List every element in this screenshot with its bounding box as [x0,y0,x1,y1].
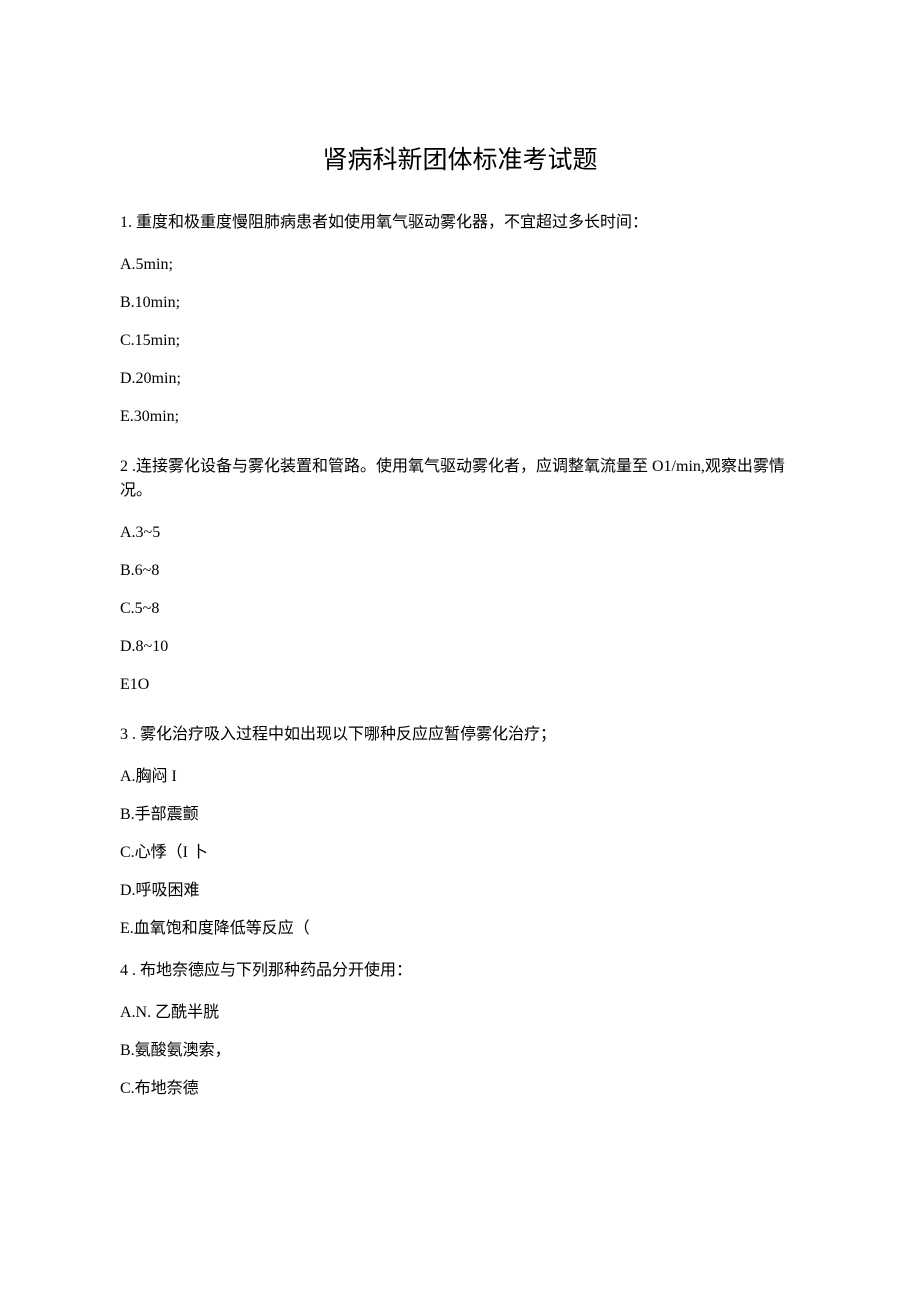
question-option: D.呼吸困难 [120,879,800,903]
question-1: 1. 重度和极重度慢阻肺病患者如使用氧气驱动雾化器，不宜超过多长时间： A.5m… [120,211,800,429]
question-option: E1O [120,673,800,697]
question-3: 3 . 雾化治疗吸入过程中如出现以下哪种反应应暂停雾化治疗； A.胸闷 I B.… [120,723,800,941]
question-option: B.氨酸氨澳索， [120,1039,800,1063]
question-stem: 4 . 布地奈德应与下列那种药品分开使用： [120,959,800,983]
question-stem: 3 . 雾化治疗吸入过程中如出现以下哪种反应应暂停雾化治疗； [120,723,800,747]
question-option: A.N. 乙酰半胱 [120,1001,800,1025]
question-option: B.10min; [120,291,800,315]
question-option: C.15min; [120,329,800,353]
question-option: A.5min; [120,253,800,277]
question-option: D.8~10 [120,635,800,659]
question-option: A.3~5 [120,521,800,545]
question-option: C.布地奈德 [120,1077,800,1101]
question-option: E.30min; [120,405,800,429]
question-option: E.血氧饱和度降低等反应（ [120,917,800,941]
question-2: 2 .连接雾化设备与雾化装置和管路。使用氧气驱动雾化者，应调整氧流量至 O1/m… [120,455,800,697]
question-stem: 2 .连接雾化设备与雾化装置和管路。使用氧气驱动雾化者，应调整氧流量至 O1/m… [120,455,800,503]
question-option: C.5~8 [120,597,800,621]
question-option: C.心悸（I 卜 [120,841,800,865]
page-title: 肾病科新团体标准考试题 [120,140,800,176]
question-stem: 1. 重度和极重度慢阻肺病患者如使用氧气驱动雾化器，不宜超过多长时间： [120,211,800,235]
question-option: B.6~8 [120,559,800,583]
question-option: B.手部震颤 [120,803,800,827]
question-4: 4 . 布地奈德应与下列那种药品分开使用： A.N. 乙酰半胱 B.氨酸氨澳索，… [120,959,800,1101]
question-option: A.胸闷 I [120,765,800,789]
question-option: D.20min; [120,367,800,391]
